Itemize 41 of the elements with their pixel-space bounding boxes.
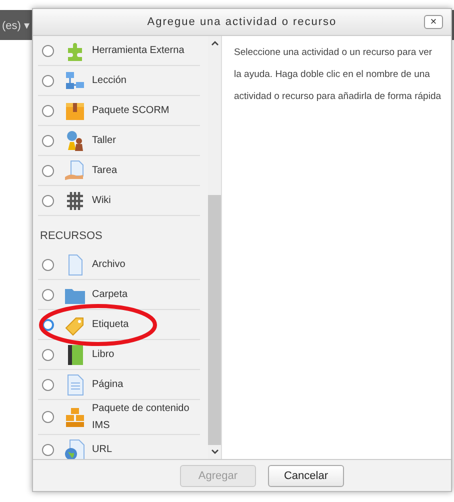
boxes-icon	[64, 406, 86, 428]
dialog-button[interactable]: Cancelar	[268, 464, 344, 486]
option-label[interactable]: Etiqueta	[92, 316, 129, 333]
option-label[interactable]: URL	[92, 441, 112, 458]
document-hand-icon	[64, 160, 86, 182]
option-label[interactable]: Página	[92, 376, 124, 393]
radio-button[interactable]	[42, 74, 54, 86]
scrollbar[interactable]	[208, 36, 222, 459]
radio-button[interactable]	[42, 348, 54, 360]
radio-button[interactable]	[42, 44, 54, 56]
option-label[interactable]: Libro	[92, 346, 114, 363]
grid-icon	[64, 190, 86, 212]
scroll-down-icon[interactable]	[210, 449, 218, 455]
radio-button[interactable]	[42, 164, 54, 176]
section-heading: RECURSOS	[39, 229, 104, 244]
dialog-title: Agregue una actividad o recurso	[147, 16, 337, 28]
option-label[interactable]: Wiki	[92, 192, 111, 209]
radio-button[interactable]	[42, 258, 54, 270]
option-label[interactable]: Paquete de contenido IMS	[92, 400, 200, 434]
option-label[interactable]: Archivo	[92, 256, 126, 273]
option-label[interactable]: Herramienta Externa	[92, 42, 184, 59]
radio-button[interactable]	[42, 288, 54, 300]
globe-document-icon	[64, 438, 86, 459]
radio-button[interactable]	[42, 411, 54, 423]
close-button[interactable]: ×	[424, 15, 443, 29]
option-label[interactable]: Paquete SCORM	[92, 102, 170, 119]
option-label[interactable]: Taller	[92, 132, 116, 149]
person-icon	[64, 130, 86, 152]
radio-button[interactable]	[42, 134, 54, 146]
language-menu[interactable]: (es) ▾	[0, 18, 30, 32]
option-label[interactable]: Tarea	[92, 162, 118, 179]
option-label[interactable]: Carpeta	[92, 286, 128, 303]
radio-button[interactable]	[42, 104, 54, 116]
flowchart-icon	[64, 70, 86, 92]
radio-button[interactable]	[42, 444, 54, 456]
scrollbar-thumb[interactable]	[208, 195, 221, 445]
option-label[interactable]: Lección	[92, 72, 126, 89]
radio-button[interactable]	[42, 194, 54, 206]
help-text: Seleccione una actividad o un recurso para ver la ayuda. Haga doble clic en el nombre de una actividad o recurso para añadirla de forma rápida	[234, 46, 441, 104]
radio-button[interactable]	[42, 378, 54, 390]
scroll-up-icon[interactable]	[210, 40, 218, 46]
